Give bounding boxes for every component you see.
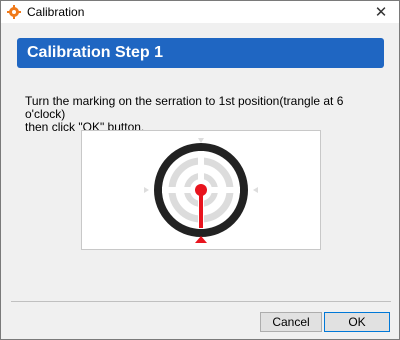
indicator-pivot — [195, 184, 207, 196]
serration-dial-illustration — [144, 138, 258, 243]
close-button[interactable]: ✕ — [363, 1, 399, 23]
window-title: Calibration — [27, 5, 85, 19]
calibration-dialog: Calibration ✕ Calibration Step 1 Turn th… — [0, 0, 400, 340]
cancel-button[interactable]: Cancel — [260, 312, 322, 332]
instruction-text: Turn the marking on the serration to 1st… — [25, 95, 385, 134]
instruction-line-1: Turn the marking on the serration to 1st… — [25, 94, 344, 121]
footer-separator — [11, 301, 391, 302]
position-marker-triangle — [195, 236, 207, 243]
step-title: Calibration Step 1 — [27, 44, 164, 61]
close-icon: ✕ — [374, 4, 388, 21]
step-banner: Calibration Step 1 — [17, 38, 384, 68]
calibration-diagram — [81, 130, 321, 250]
tick-top — [198, 138, 204, 143]
tick-right — [253, 187, 258, 193]
title-bar: Calibration ✕ — [1, 1, 399, 23]
ok-button[interactable]: OK — [324, 312, 390, 332]
gear-icon — [7, 5, 21, 19]
tick-left — [144, 187, 149, 193]
